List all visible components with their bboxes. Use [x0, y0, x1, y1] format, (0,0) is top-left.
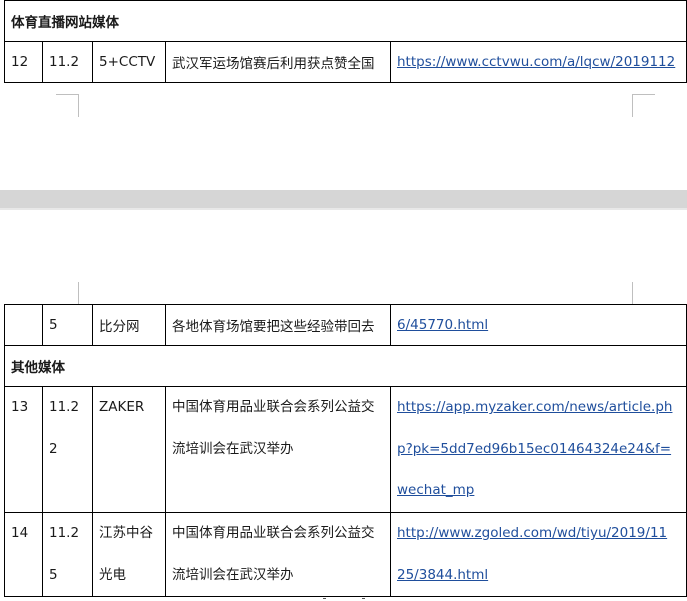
- cell-title: 中国体育用品业联合会系列公益交 流培训会在武汉举办: [165, 386, 391, 513]
- page-corner-mark-right-2: [632, 282, 633, 304]
- section-header-row: 体育直播网站媒体: [3, 0, 687, 42]
- url-link[interactable]: 25/3844.html: [397, 567, 488, 583]
- media-table-page1: 体育直播网站媒体 12 11.2 5+CCTV 武汉军运场馆赛后利用获点赞全国 …: [3, 0, 687, 83]
- page-separator: [0, 190, 687, 208]
- cell-media: 比分网: [92, 304, 166, 346]
- cell-date: 11.2 5: [42, 512, 93, 597]
- stray-mark: [323, 598, 326, 599]
- cell-line: 江苏中谷: [99, 525, 153, 541]
- page-corner-mark-left-2: [78, 282, 79, 304]
- cell-line: 11.2: [49, 399, 80, 415]
- media-table-page2: 5 比分网 各地体育场馆要把这些经验带回去 6/45770.html 其他媒体 …: [4, 304, 687, 597]
- section-header-other-media: 其他媒体: [4, 345, 687, 387]
- cell-line: ZAKER: [99, 399, 145, 415]
- cell-date: 11.2 2: [42, 386, 93, 513]
- cell-url: https://www.cctvwu.com/a/lqcw/2019112: [389, 41, 687, 83]
- cell-line: 11.2: [49, 525, 80, 541]
- url-link[interactable]: 6/45770.html: [397, 317, 488, 333]
- url-link[interactable]: p?pk=5dd7ed96b15ec01464324e24&f=: [397, 441, 671, 457]
- cell-line: 中国体育用品业联合会系列公益交: [172, 525, 375, 541]
- section-header-row: 其他媒体: [4, 345, 687, 387]
- table-row: 14 11.2 5 江苏中谷 光电 中国体育用品业联合会系列公益交 流培训会在武…: [4, 512, 687, 597]
- cell-no: [4, 304, 43, 346]
- cell-no: 13: [4, 386, 43, 513]
- cell-line: 光电: [99, 566, 126, 583]
- url-link[interactable]: http://www.zgoled.com/wd/tiyu/2019/11: [397, 525, 667, 541]
- url-link[interactable]: https://www.cctvwu.com/a/lqcw/2019112: [397, 54, 675, 70]
- url-link[interactable]: wechat_mp: [397, 482, 474, 498]
- cell-url: https://app.myzaker.com/news/article.ph …: [390, 386, 687, 513]
- cell-media: 5+CCTV: [92, 41, 166, 83]
- url-link[interactable]: https://app.myzaker.com/news/article.ph: [397, 399, 672, 415]
- cell-url: http://www.zgoled.com/wd/tiyu/2019/11 25…: [390, 512, 687, 597]
- table-row: 5 比分网 各地体育场馆要把这些经验带回去 6/45770.html: [4, 304, 687, 346]
- cell-line: 流培训会在武汉举办: [172, 440, 294, 457]
- cell-media: ZAKER: [92, 386, 166, 513]
- cell-line: 流培训会在武汉举办: [172, 566, 294, 583]
- cell-media: 江苏中谷 光电: [92, 512, 166, 597]
- cell-url: 6/45770.html: [390, 304, 687, 346]
- cell-date: 5: [42, 304, 93, 346]
- cell-no: 14: [4, 512, 43, 597]
- page-corner-mark-left: [56, 94, 79, 117]
- page-corner-mark-right: [632, 94, 655, 117]
- cell-line: 2: [49, 440, 58, 457]
- table-row: 12 11.2 5+CCTV 武汉军运场馆赛后利用获点赞全国 https://w…: [4, 41, 687, 83]
- section-header-sports-live: 体育直播网站媒体: [3, 0, 687, 42]
- cell-title: 各地体育场馆要把这些经验带回去: [165, 304, 391, 346]
- cell-line: 中国体育用品业联合会系列公益交: [172, 399, 375, 415]
- cell-date: 11.2: [42, 41, 93, 83]
- cell-title: 中国体育用品业联合会系列公益交 流培训会在武汉举办: [165, 512, 391, 597]
- table-row: 13 11.2 2 ZAKER 中国体育用品业联合会系列公益交 流培训会在武汉举…: [4, 386, 687, 513]
- stray-mark: [362, 598, 365, 599]
- cell-line: 5: [49, 566, 58, 583]
- page-separator-shadow: [0, 208, 687, 210]
- cell-title: 武汉军运场馆赛后利用获点赞全国: [165, 41, 391, 83]
- cell-no: 12: [4, 41, 43, 83]
